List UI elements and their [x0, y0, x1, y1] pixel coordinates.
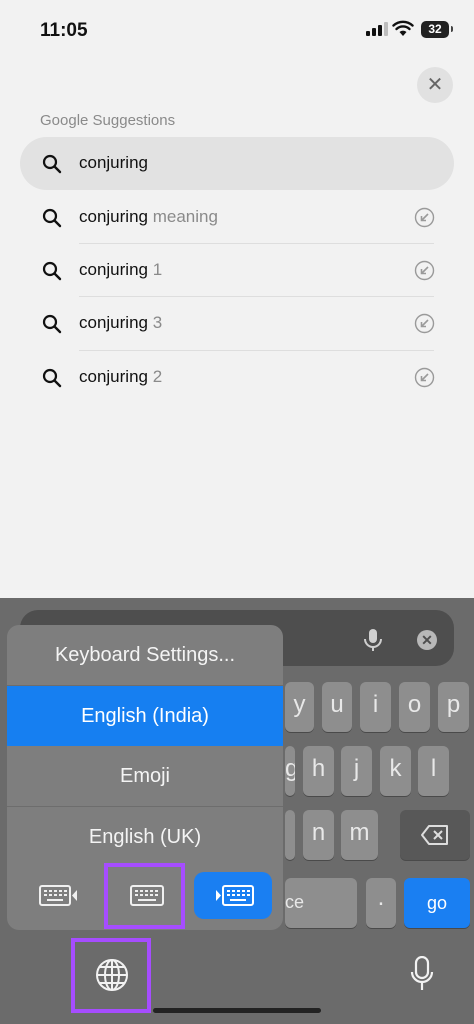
home-indicator — [153, 1008, 321, 1013]
suggestion-item[interactable]: conjuring meaning — [20, 191, 454, 244]
right-keyboard-button[interactable] — [194, 872, 272, 919]
key-p[interactable]: p — [438, 682, 469, 732]
key-n[interactable]: n — [303, 810, 334, 860]
search-icon — [42, 368, 62, 388]
key-g[interactable]: g — [285, 746, 295, 796]
suggestion-item[interactable]: conjuring 1 — [20, 244, 454, 297]
status-time: 11:05 — [40, 20, 88, 41]
suggestion-item[interactable]: conjuring 2 — [20, 351, 454, 404]
key-y[interactable]: y — [285, 682, 314, 732]
status-bar: 11:05 32 — [0, 0, 474, 58]
key-l[interactable]: l — [418, 746, 449, 796]
search-icon — [42, 154, 62, 174]
menu-item-emoji[interactable]: Emoji — [7, 746, 283, 806]
search-suggestion-active[interactable]: conjuring — [20, 137, 454, 190]
space-key[interactable]: ce — [285, 878, 357, 928]
suggestion-text: conjuring meaning — [79, 207, 218, 226]
fill-search-arrow-icon[interactable] — [414, 313, 435, 334]
section-title: Google Suggestions — [40, 112, 176, 129]
fill-search-arrow-icon[interactable] — [414, 367, 435, 388]
search-icon — [42, 208, 62, 228]
key-u[interactable]: u — [322, 682, 352, 732]
close-icon: ✕ — [426, 74, 444, 96]
suggestion-text: conjuring 1 — [79, 260, 163, 279]
right-keyboard-icon — [216, 885, 254, 906]
menu-item-keyboard-settings[interactable]: Keyboard Settings... — [7, 625, 283, 685]
highlight-box — [104, 863, 185, 929]
search-icon — [42, 261, 62, 281]
clear-text-button[interactable]: ✕ — [417, 630, 437, 650]
close-button[interactable]: ✕ — [417, 67, 453, 103]
menu-item-english-uk[interactable]: English (UK) — [7, 807, 283, 867]
key-h[interactable]: h — [303, 746, 334, 796]
battery-icon: 32 — [421, 21, 453, 38]
key-m[interactable]: m — [341, 810, 378, 860]
suggestion-text: conjuring 3 — [79, 313, 163, 332]
suggestion-item[interactable]: conjuring 3 — [20, 297, 454, 350]
key-j[interactable]: j — [341, 746, 372, 796]
cellular-signal-icon — [366, 22, 388, 36]
search-icon — [42, 314, 62, 334]
suggestion-text: conjuring — [79, 153, 148, 172]
key-b[interactable] — [285, 810, 295, 860]
dictation-mic-icon[interactable] — [410, 956, 434, 992]
wifi-icon — [392, 20, 414, 36]
period-key[interactable]: . — [366, 878, 396, 928]
fill-search-arrow-icon[interactable] — [414, 260, 435, 281]
menu-item-english-india[interactable]: English (India) — [7, 686, 283, 746]
key-k[interactable]: k — [380, 746, 411, 796]
key-i[interactable]: i — [360, 682, 391, 732]
left-keyboard-button[interactable] — [19, 872, 97, 919]
go-key[interactable]: go — [404, 878, 470, 928]
delete-key[interactable] — [400, 810, 470, 860]
backspace-icon — [421, 825, 448, 845]
suggestion-text: conjuring 2 — [79, 367, 163, 386]
globe-icon[interactable] — [94, 957, 130, 993]
left-keyboard-icon — [39, 885, 77, 906]
key-o[interactable]: o — [399, 682, 430, 732]
fill-search-arrow-icon[interactable] — [414, 207, 435, 228]
dictation-mic-icon[interactable] — [362, 628, 384, 652]
